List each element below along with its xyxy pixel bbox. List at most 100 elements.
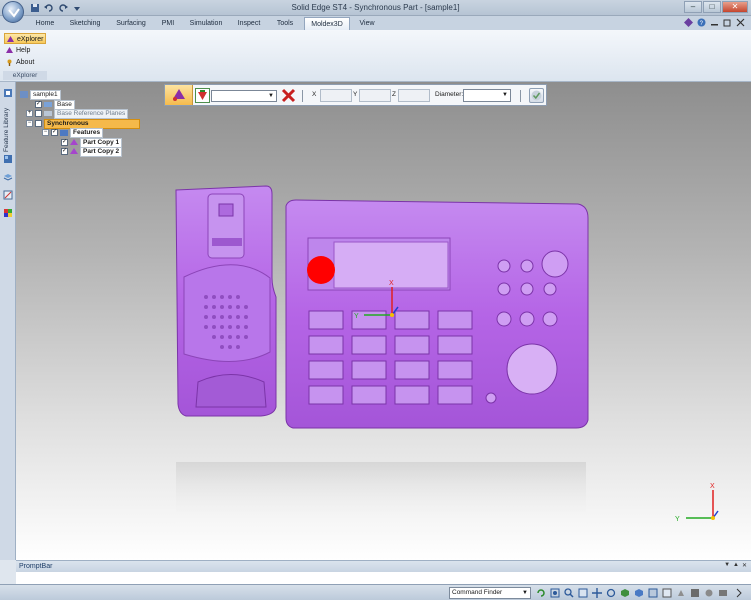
base-checkbox[interactable]: ✓ — [35, 100, 42, 108]
chevron-down-icon: ▼ — [502, 92, 508, 98]
help-icon[interactable]: ? — [697, 18, 706, 27]
shaded-view-icon[interactable] — [620, 588, 630, 598]
expand-icon[interactable]: + — [26, 109, 33, 117]
tab-home[interactable]: Home — [30, 17, 60, 30]
part-axis-y-label: Y — [354, 313, 359, 320]
tab-view[interactable]: View — [354, 17, 380, 30]
view-axis-x-label: X — [710, 483, 715, 490]
tree-item-synchronous[interactable]: − Synchronous — [26, 119, 140, 129]
shape-select-button[interactable] — [195, 88, 210, 103]
options-diamond-icon[interactable] — [684, 18, 693, 27]
dial-pad — [506, 343, 558, 395]
pin-icon[interactable]: ▲ — [733, 562, 739, 569]
color-manager-icon[interactable] — [3, 208, 13, 218]
status-bar: Command Finder ▼ — [0, 584, 751, 600]
camera-icon[interactable] — [718, 588, 728, 598]
separator — [520, 90, 521, 102]
tree-item-features[interactable]: − ✓ Features — [42, 128, 104, 138]
tree-item-base[interactable]: ✓ Base — [35, 100, 75, 110]
part-axis-x-label: X — [389, 280, 394, 287]
minimize-ribbon-icon[interactable] — [710, 18, 719, 27]
collapse-icon[interactable]: − — [26, 119, 33, 127]
collapse-icon[interactable]: − — [42, 128, 49, 136]
refresh-icon[interactable] — [536, 588, 546, 598]
prompt-dropdown-icon[interactable]: ▼ — [724, 562, 730, 569]
help-label: Help — [16, 47, 31, 54]
close-icon[interactable]: ✕ — [742, 562, 747, 569]
pan-icon[interactable] — [592, 588, 602, 598]
explorer-label: eXplorer — [17, 36, 44, 43]
command-bar: ▼ X Y Z Diameter: ▼ — [164, 84, 547, 106]
help-button[interactable]: Help — [4, 45, 46, 56]
command-finder-input[interactable]: Command Finder ▼ — [449, 587, 531, 599]
features-checkbox[interactable]: ✓ — [51, 128, 58, 136]
tab-sketching[interactable]: Sketching — [64, 17, 106, 30]
tab-inspect[interactable]: Inspect — [232, 17, 266, 30]
part-coordinate-triad: X Y — [354, 280, 399, 320]
view-orientation-icon[interactable] — [634, 588, 644, 598]
display-style-icon[interactable] — [676, 588, 686, 598]
cancel-icon[interactable] — [281, 88, 296, 103]
feature-library-label[interactable]: Feature Library — [3, 104, 13, 152]
x-label: X — [312, 91, 317, 98]
command-bar-handle[interactable] — [165, 85, 193, 105]
tab-tools[interactable]: Tools — [270, 17, 300, 30]
zoom-area-icon[interactable] — [550, 588, 560, 598]
injection-point-marker[interactable] — [307, 256, 335, 284]
chevron-down-icon: ▼ — [522, 590, 528, 596]
graphics-viewport[interactable]: X Y X Y sample1 ✓ Base + Base Reference Pl… — [16, 82, 751, 560]
expand-status-icon[interactable] — [734, 588, 744, 598]
pathfinder-icon[interactable] — [3, 154, 13, 164]
z-label: Z — [392, 91, 396, 98]
view-style-icon[interactable] — [690, 588, 700, 598]
tab-moldex3d[interactable]: Moldex3D — [304, 17, 350, 30]
left-sidebar: Feature Library — [0, 82, 16, 560]
x-field[interactable] — [320, 89, 352, 102]
explorer-group: eXplorer Help About eXplorer — [3, 32, 47, 80]
y-field[interactable] — [359, 89, 391, 102]
part-icon — [20, 90, 28, 98]
close-button[interactable]: ✕ — [722, 1, 748, 13]
base-planes-checkbox[interactable] — [35, 109, 42, 117]
light-icon[interactable] — [704, 588, 714, 598]
diameter-dropdown[interactable]: ▼ — [463, 89, 511, 102]
close-document-icon[interactable] — [736, 18, 745, 27]
sketch-view-icon[interactable] — [648, 588, 658, 598]
accept-button[interactable] — [529, 88, 544, 103]
window-title: Solid Edge ST4 - Synchronous Part - [sam… — [291, 3, 460, 12]
part-copy-1-checkbox[interactable]: ✓ — [61, 138, 68, 146]
fit-icon[interactable] — [578, 588, 588, 598]
layers-icon[interactable] — [3, 172, 13, 182]
tree-item-part-copy-1[interactable]: ✓ Part Copy 1 — [61, 138, 123, 148]
part-copy-2-checkbox[interactable]: ✓ — [61, 147, 68, 155]
handset-notch — [218, 203, 234, 217]
tab-surfacing[interactable]: Surfacing — [110, 17, 152, 30]
part-copy-icon — [70, 138, 78, 145]
tab-pmi[interactable]: PMI — [156, 17, 180, 30]
section-view-icon[interactable] — [662, 588, 672, 598]
minimize-button[interactable]: – — [684, 1, 702, 13]
synchronous-checkbox[interactable] — [35, 119, 42, 127]
maximize-button[interactable]: □ — [703, 1, 721, 13]
about-label: About — [16, 59, 35, 66]
tab-simulation[interactable]: Simulation — [184, 17, 228, 30]
explorer-button[interactable]: eXplorer — [4, 33, 46, 44]
sensors-icon[interactable] — [3, 190, 13, 200]
prompt-bar: PromptBar ▼ ▲ ✕ — [16, 560, 751, 584]
about-button[interactable]: About — [4, 57, 46, 68]
restore-icon[interactable] — [723, 18, 732, 27]
zoom-icon[interactable] — [564, 588, 574, 598]
application-button[interactable] — [2, 1, 24, 23]
tree-item-root[interactable]: sample1 — [20, 90, 61, 100]
handset-mouthpiece — [195, 374, 267, 408]
feature-library-icon[interactable] — [3, 88, 13, 98]
tree-item-base-planes[interactable]: + Base Reference Planes — [26, 109, 129, 119]
z-field[interactable] — [398, 89, 430, 102]
view-triad: X Y — [675, 483, 719, 523]
round-control — [541, 250, 569, 278]
shape-dropdown[interactable]: ▼ — [211, 90, 277, 102]
diameter-label: Diameter: — [435, 91, 464, 98]
rotate-icon[interactable] — [606, 588, 616, 598]
y-label: Y — [353, 91, 358, 98]
tree-item-part-copy-2[interactable]: ✓ Part Copy 2 — [61, 147, 123, 157]
